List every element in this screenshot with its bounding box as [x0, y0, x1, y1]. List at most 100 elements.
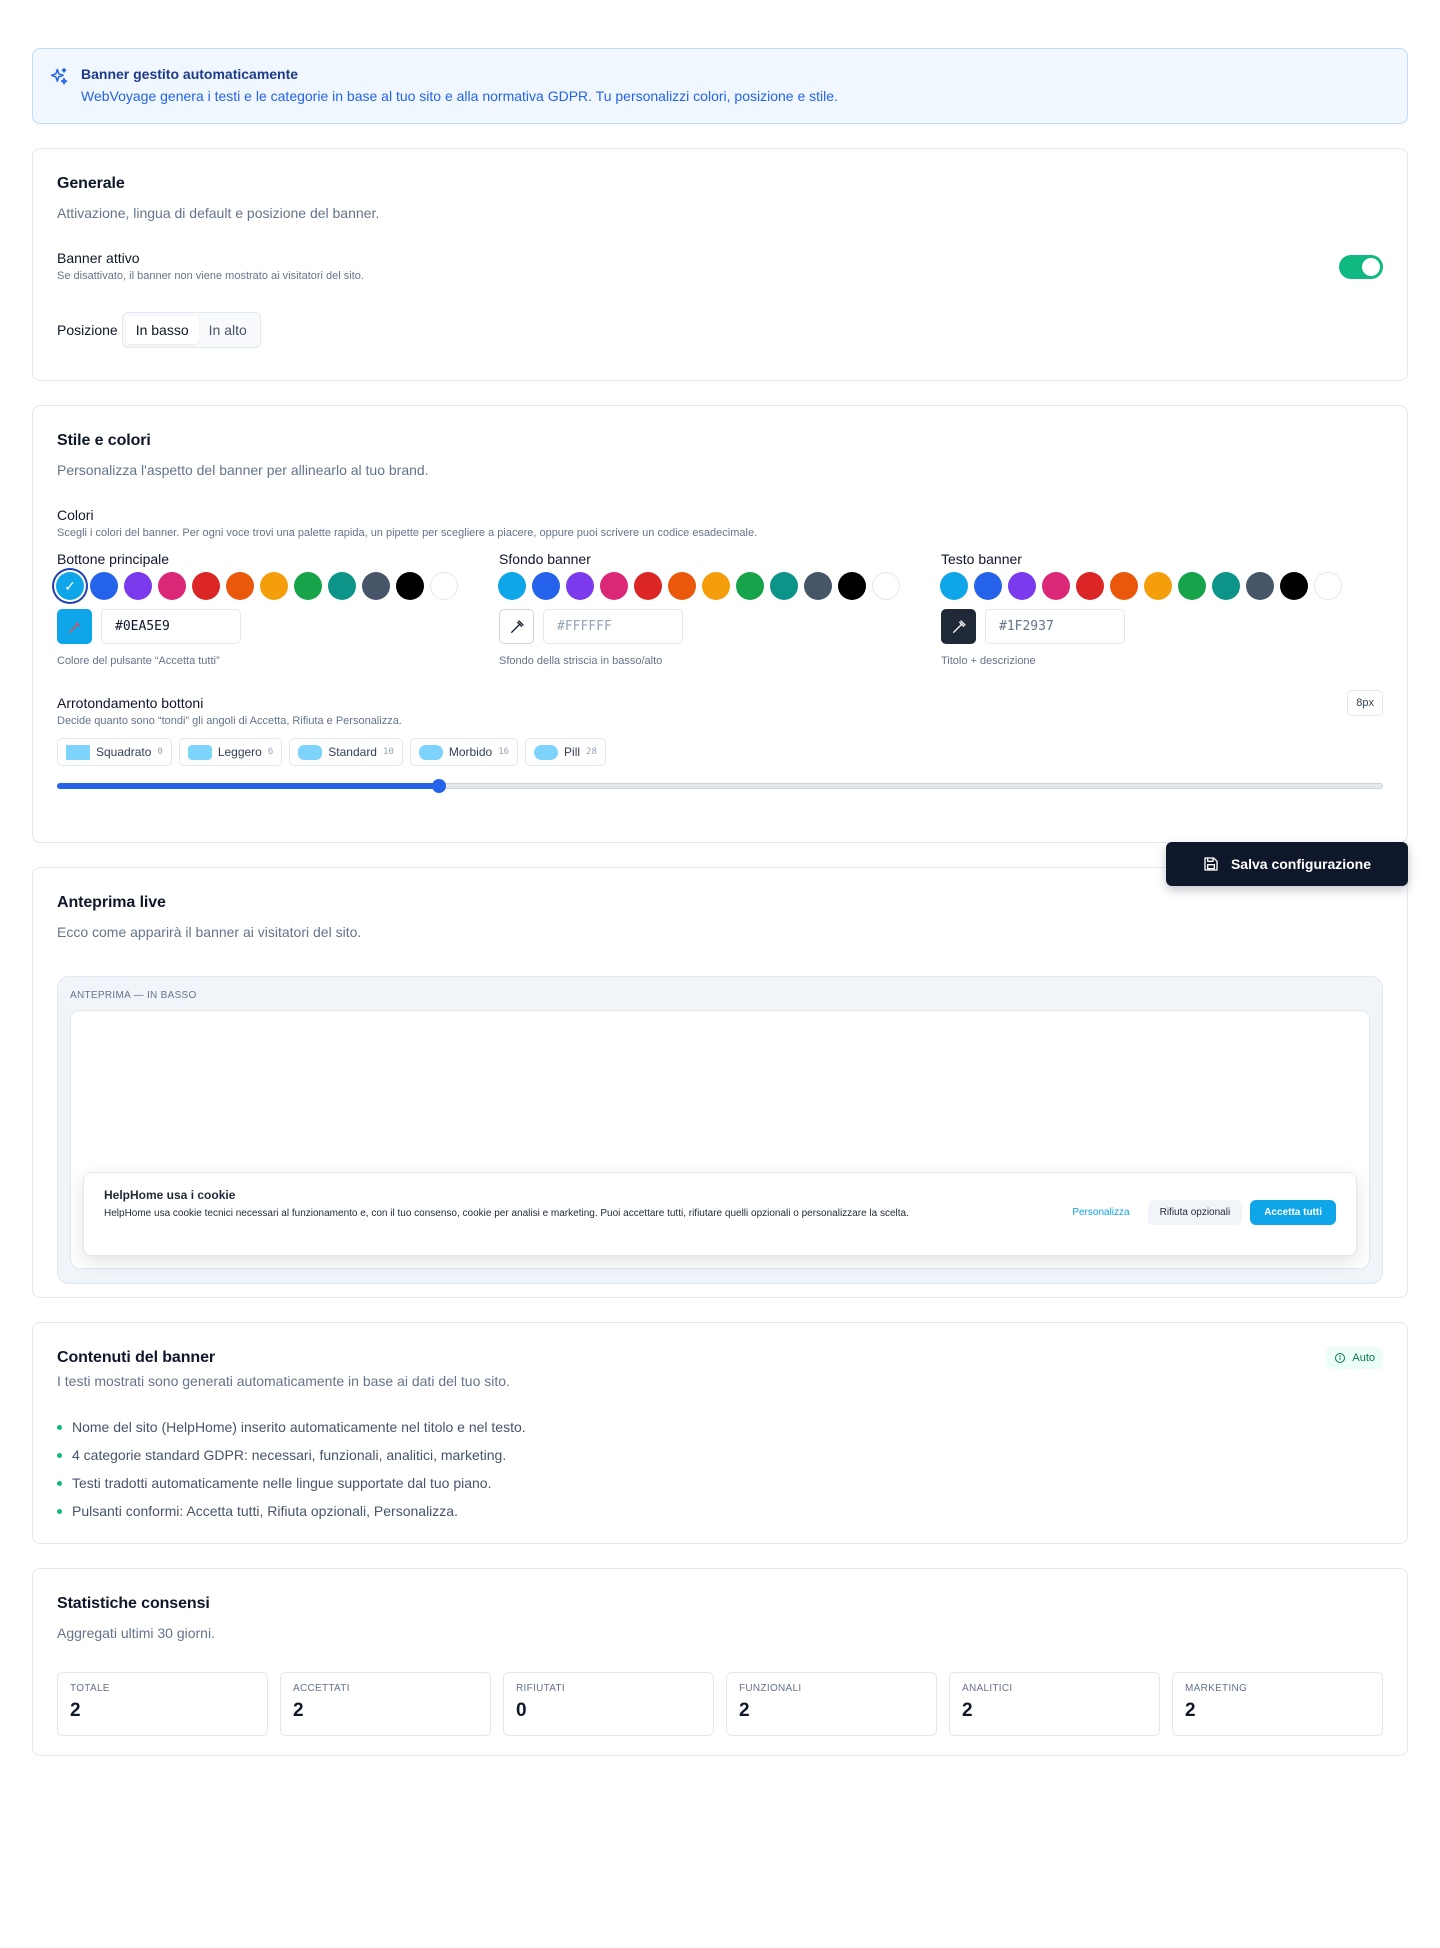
radius-preset-value: 6: [267, 747, 274, 757]
color-group-banner-background: Sfondo banner #FFFFFF Sfondo della stris…: [498, 551, 941, 667]
position-option-bottom[interactable]: In basso: [125, 316, 199, 344]
accept-all-button[interactable]: Accetta tutti: [1250, 1200, 1336, 1225]
color-swatch[interactable]: [566, 572, 594, 600]
radius-preset-light[interactable]: Leggero 6: [178, 738, 283, 766]
radius-label: Arrotondamento bottoni: [57, 695, 204, 711]
color-swatch[interactable]: [600, 572, 628, 600]
color-swatch[interactable]: ✓: [56, 572, 84, 600]
contents-subtitle: I testi mostrati sono generati automatic…: [57, 1373, 510, 1389]
stat-value: 2: [70, 1700, 81, 1721]
slider-thumb[interactable]: [431, 779, 446, 793]
radius-preview-swatch: [298, 744, 323, 760]
radius-preset-label: Leggero: [217, 745, 262, 759]
info-text: WebVoyage genera i testi e le categorie …: [81, 88, 838, 104]
style-subtitle: Personalizza l'aspetto del banner per al…: [57, 462, 429, 478]
radius-preset-standard[interactable]: Standard 10: [289, 738, 403, 766]
color-swatch[interactable]: [158, 572, 186, 600]
stat-value: 2: [739, 1700, 750, 1721]
color-swatch[interactable]: [668, 572, 696, 600]
color-swatch[interactable]: [940, 572, 968, 600]
color-swatch[interactable]: [498, 572, 526, 600]
hex-input[interactable]: #FFFFFF: [543, 609, 683, 644]
position-row: Posizione In basso In alto: [57, 312, 1383, 348]
list-item: 4 categorie standard GDPR: necessari, fu…: [57, 1441, 1383, 1469]
stats-title: Statistiche consensi: [57, 1595, 210, 1612]
position-label: Posizione: [57, 322, 118, 338]
preview-label: ANTEPRIMA — IN BASSO: [70, 990, 197, 1001]
eyedropper-icon[interactable]: [941, 609, 976, 644]
color-swatch[interactable]: [736, 572, 764, 600]
palette: [498, 572, 941, 600]
list-item: Testi tradotti automaticamente nelle lin…: [57, 1469, 1383, 1497]
color-swatch[interactable]: [974, 572, 1002, 600]
color-swatch[interactable]: [1280, 572, 1308, 600]
color-swatch[interactable]: [260, 572, 288, 600]
color-swatch[interactable]: [804, 572, 832, 600]
radius-preview-swatch: [418, 744, 443, 760]
color-swatch[interactable]: [396, 572, 424, 600]
bullet-dot: [57, 1452, 62, 1458]
contents-list: Nome del sito (HelpHome) inserito automa…: [57, 1413, 1383, 1525]
style-title: Stile e colori: [57, 432, 151, 449]
color-swatch[interactable]: [192, 572, 220, 600]
hex-input[interactable]: #1F2937: [985, 609, 1125, 644]
color-swatch[interactable]: [430, 572, 458, 600]
radius-preset-squared[interactable]: Squadrato 0: [57, 738, 172, 766]
radius-preset-soft[interactable]: Morbido 16: [409, 738, 519, 766]
color-group-help: Colore del pulsante “Accetta tutti”: [57, 655, 220, 667]
page: Banner gestito automaticamente WebVoyage…: [0, 0, 1440, 1948]
color-swatch[interactable]: [1246, 572, 1274, 600]
eyedropper-icon[interactable]: [499, 609, 534, 644]
color-swatch[interactable]: [226, 572, 254, 600]
stat-analytics: ANALITICI 2: [949, 1672, 1160, 1736]
color-groups: Bottone principale ✓ #0EA5E9 Colore del …: [56, 551, 1383, 667]
color-swatch[interactable]: [1178, 572, 1206, 600]
radius-preset-label: Pill: [564, 745, 581, 759]
color-swatch[interactable]: [872, 572, 900, 600]
reject-optional-button[interactable]: Rifiuta opzionali: [1147, 1200, 1243, 1225]
radius-preview-swatch: [534, 744, 559, 760]
color-swatch[interactable]: [1212, 572, 1240, 600]
position-segmented-control: In basso In alto: [121, 312, 261, 348]
color-swatch[interactable]: [328, 572, 356, 600]
info-title: Banner gestito automaticamente: [81, 66, 299, 82]
info-banner: Banner gestito automaticamente WebVoyage…: [32, 48, 1408, 124]
cookie-banner-preview: HelpHome usa i cookie HelpHome usa cooki…: [83, 1172, 1357, 1256]
banner-active-help: Se disattivato, il banner non viene most…: [57, 270, 364, 282]
preview-frame: ANTEPRIMA — IN BASSO HelpHome usa i cook…: [57, 976, 1383, 1284]
color-swatch[interactable]: [1314, 572, 1342, 600]
stat-label: FUNZIONALI: [739, 1683, 802, 1694]
save-configuration-button[interactable]: Salva configurazione: [1166, 842, 1408, 886]
color-swatch[interactable]: [634, 572, 662, 600]
color-swatch[interactable]: [1076, 572, 1104, 600]
color-swatch[interactable]: [1008, 572, 1036, 600]
hex-input[interactable]: #0EA5E9: [101, 609, 241, 644]
position-option-top[interactable]: In alto: [199, 316, 257, 344]
color-swatch[interactable]: [90, 572, 118, 600]
banner-active-toggle[interactable]: [1339, 255, 1383, 279]
auto-badge: Auto: [1326, 1347, 1383, 1369]
color-group-label: Sfondo banner: [499, 551, 591, 567]
color-swatch[interactable]: [770, 572, 798, 600]
stat-label: RIFIUTATI: [516, 1683, 565, 1694]
color-swatch[interactable]: [838, 572, 866, 600]
customize-button[interactable]: Personalizza: [1062, 1207, 1139, 1218]
color-group-banner-text: Testo banner #1F2937 Titolo + descrizion…: [940, 551, 1383, 667]
color-swatch[interactable]: [1110, 572, 1138, 600]
eyedropper-icon[interactable]: [57, 609, 92, 644]
color-swatch[interactable]: [532, 572, 560, 600]
color-swatch[interactable]: [294, 572, 322, 600]
color-swatch[interactable]: [702, 572, 730, 600]
color-group-label: Testo banner: [941, 551, 1022, 567]
color-swatch[interactable]: [124, 572, 152, 600]
radius-preset-value: 0: [157, 747, 163, 757]
radius-preset-pill[interactable]: Pill 28: [525, 738, 606, 766]
color-swatch[interactable]: [362, 572, 390, 600]
color-group-help: Sfondo della striscia in basso/alto: [499, 655, 663, 667]
stat-functional: FUNZIONALI 2: [726, 1672, 937, 1736]
radius-slider[interactable]: [57, 778, 1383, 794]
palette: ✓: [56, 572, 499, 600]
color-swatch[interactable]: [1144, 572, 1172, 600]
radius-preset-value: 10: [382, 747, 394, 757]
color-swatch[interactable]: [1042, 572, 1070, 600]
